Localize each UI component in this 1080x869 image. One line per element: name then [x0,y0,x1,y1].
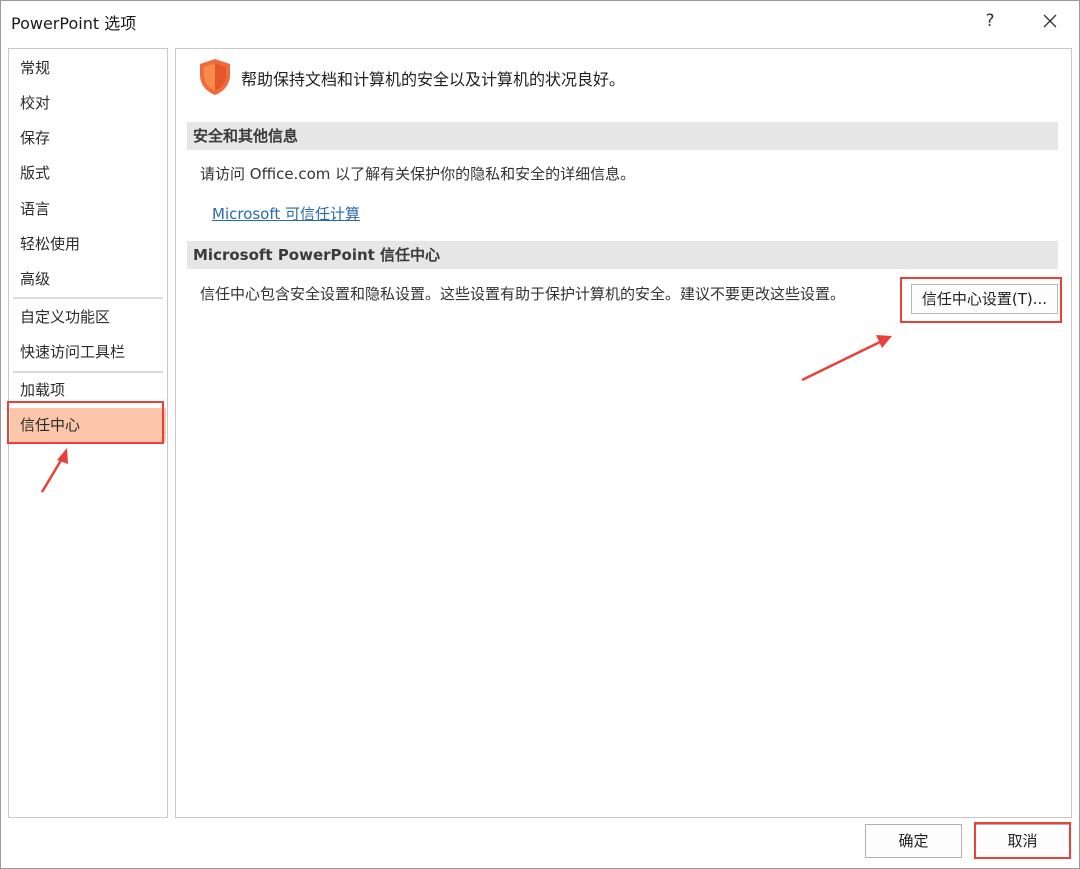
sidebar-item-layout[interactable]: 版式 [10,156,166,190]
help-button[interactable]: ? [976,7,1004,35]
highlight-box-trust-center [7,401,164,444]
section-title-trust-center: Microsoft PowerPoint 信任中心 [187,241,1058,269]
trustworthy-computing-link[interactable]: Microsoft 可信任计算 [212,203,360,224]
title-bar: PowerPoint 选项 ? [1,1,1079,41]
annotation-arrow-left [40,448,68,493]
sidebar-item-save[interactable]: 保存 [10,121,166,155]
section-title-security: 安全和其他信息 [187,122,1058,150]
sidebar-divider [13,297,163,299]
sidebar-item-proofing[interactable]: 校对 [10,86,166,120]
sidebar-item-quick-access-toolbar[interactable]: 快速访问工具栏 [10,335,166,369]
page-header: 帮助保持文档和计算机的安全以及计算机的状况良好。 [241,70,626,89]
sidebar-item-general[interactable]: 常规 [10,51,166,85]
trust-center-description: 信任中心包含安全设置和隐私设置。这些设置有助于保护计算机的安全。建议不要更改这些… [200,285,846,303]
highlight-box-trust-settings [900,277,1062,323]
sidebar-item-language[interactable]: 语言 [10,192,166,226]
window-title: PowerPoint 选项 [11,14,137,33]
ok-button[interactable]: 确定 [865,824,962,858]
close-icon [1043,14,1057,28]
highlight-box-cancel [974,822,1071,859]
security-description: 请访问 Office.com 以了解有关保护你的隐私和安全的详细信息。 [200,165,636,183]
close-button[interactable] [1035,7,1065,35]
sidebar-item-customize-ribbon[interactable]: 自定义功能区 [10,300,166,334]
sidebar-item-accessibility[interactable]: 轻松使用 [10,227,166,261]
annotation-arrow-right [801,335,892,382]
shield-icon [200,59,230,95]
sidebar-item-advanced[interactable]: 高级 [10,262,166,296]
